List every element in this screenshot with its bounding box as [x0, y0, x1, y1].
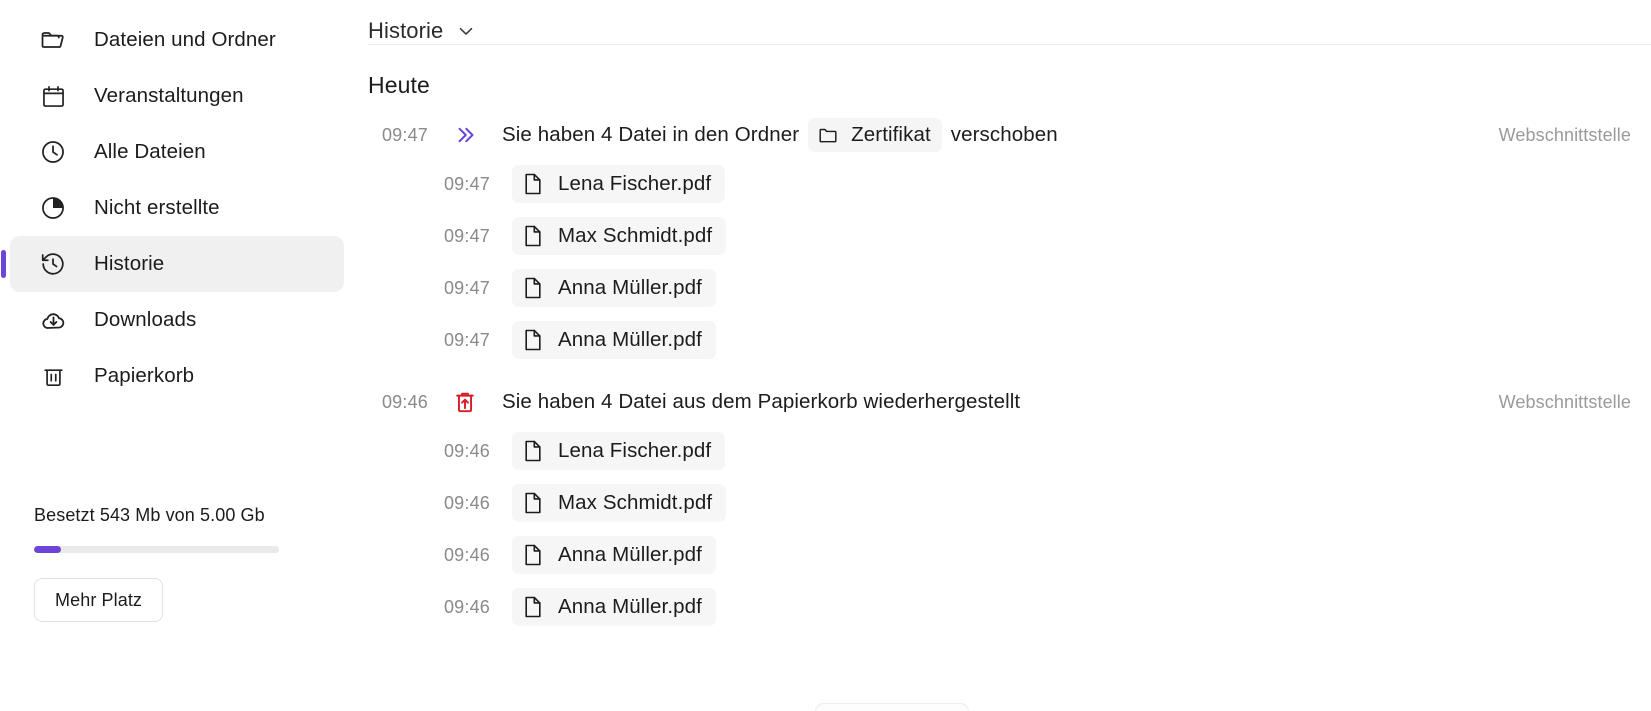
file-icon	[522, 438, 544, 464]
file-name: Anna Müller.pdf	[558, 275, 702, 299]
history-file-row[interactable]: 09:46 Lena Fischer.pdf	[360, 425, 1651, 477]
file-time: 09:46	[443, 596, 490, 617]
file-icon	[522, 327, 544, 353]
pie-chart-icon	[38, 193, 68, 223]
main-content: Historie Heute 09:47 Sie haben 4 Datei i…	[360, 0, 1651, 711]
trash-restore-icon	[450, 389, 480, 415]
history-clock-icon	[38, 249, 68, 279]
day-heading: Heute	[368, 72, 430, 98]
sidebar-item-dateien-und-ordner[interactable]: Dateien und Ordner	[10, 12, 344, 68]
action-description: Sie haben 4 Datei aus dem Papierkorb wie…	[502, 390, 1020, 414]
file-chip[interactable]: Lena Fischer.pdf	[512, 165, 726, 203]
file-icon	[522, 490, 544, 516]
file-time: 09:47	[443, 329, 490, 350]
file-time: 09:46	[443, 492, 490, 513]
next-item-partial	[815, 703, 969, 711]
action-text-after: verschoben	[950, 123, 1058, 146]
action-source-label: Webschnittstelle	[1498, 124, 1631, 145]
history-action-row[interactable]: 09:47 Sie haben 4 Datei in den Ordner Ze…	[360, 112, 1651, 158]
sidebar-item-label: Historie	[94, 251, 165, 275]
file-chip[interactable]: Anna Müller.pdf	[512, 269, 716, 307]
file-name: Anna Müller.pdf	[558, 542, 702, 566]
history-file-row[interactable]: 09:46 Max Schmidt.pdf	[360, 477, 1651, 529]
history-file-row[interactable]: 09:47 Lena Fischer.pdf	[360, 158, 1651, 210]
file-name: Max Schmidt.pdf	[558, 223, 713, 247]
file-icon	[522, 223, 544, 249]
folder-chip[interactable]: Zertifikat	[808, 118, 942, 152]
file-name: Lena Fischer.pdf	[558, 438, 712, 462]
more-space-button[interactable]: Mehr Platz	[34, 578, 164, 622]
file-name: Anna Müller.pdf	[558, 327, 702, 351]
cloud-download-icon	[38, 305, 68, 335]
folder-icon	[38, 25, 68, 55]
folder-icon	[817, 123, 839, 147]
storage-progress-fill	[34, 546, 61, 553]
storage-section: Besetzt 543 Mb von 5.00 Gb Mehr Platz	[0, 505, 360, 622]
file-chip[interactable]: Max Schmidt.pdf	[512, 484, 727, 522]
clock-icon	[38, 137, 68, 167]
sidebar-item-alle-dateien[interactable]: Alle Dateien	[10, 124, 344, 180]
file-time: 09:46	[443, 440, 490, 461]
history-action-row[interactable]: 09:46 Sie haben 4 Datei aus dem Papierko…	[360, 379, 1651, 425]
history-file-row[interactable]: 09:47 Anna Müller.pdf	[360, 262, 1651, 314]
sidebar-item-papierkorb[interactable]: Papierkorb	[10, 348, 344, 404]
action-time: 09:46	[381, 391, 428, 412]
file-name: Anna Müller.pdf	[558, 594, 702, 618]
chevron-down-icon[interactable]	[455, 20, 477, 42]
action-description: Sie haben 4 Datei in den Ordner Zertifik…	[502, 118, 1058, 152]
action-time: 09:47	[381, 124, 428, 145]
file-name: Max Schmidt.pdf	[558, 490, 713, 514]
file-chip[interactable]: Lena Fischer.pdf	[512, 432, 726, 470]
sidebar-item-historie[interactable]: Historie	[1, 236, 344, 292]
history-group: 09:46 Sie haben 4 Datei aus dem Papierko…	[360, 379, 1651, 633]
history-group: 09:47 Sie haben 4 Datei in den Ordner Ze…	[360, 112, 1651, 366]
sidebar-item-label: Veranstaltungen	[94, 83, 244, 107]
page-title: Historie	[368, 18, 444, 43]
calendar-icon	[38, 81, 68, 111]
file-icon	[522, 594, 544, 620]
file-chip[interactable]: Anna Müller.pdf	[512, 321, 716, 359]
sidebar-item-veranstaltungen[interactable]: Veranstaltungen	[10, 68, 344, 124]
sidebar-item-nicht-erstellte[interactable]: Nicht erstellte	[10, 180, 344, 236]
app-root: Dateien und Ordner Veranstaltungen Alle …	[0, 0, 1651, 711]
history-file-row[interactable]: 09:47 Anna Müller.pdf	[360, 314, 1651, 366]
file-chip[interactable]: Max Schmidt.pdf	[512, 217, 727, 255]
action-text-before: Sie haben 4 Datei aus dem Papierkorb wie…	[502, 390, 1021, 413]
sidebar-item-label: Papierkorb	[94, 363, 195, 387]
storage-progress-bar	[34, 546, 279, 553]
sidebar-item-label: Alle Dateien	[94, 139, 206, 163]
storage-usage-text: Besetzt 543 Mb von 5.00 Gb	[34, 505, 265, 525]
history-file-row[interactable]: 09:46 Anna Müller.pdf	[360, 581, 1651, 633]
file-name: Lena Fischer.pdf	[558, 171, 712, 195]
sidebar: Dateien und Ordner Veranstaltungen Alle …	[0, 0, 360, 711]
sidebar-item-label: Nicht erstellte	[94, 195, 220, 219]
history-file-row[interactable]: 09:46 Anna Müller.pdf	[360, 529, 1651, 581]
folder-chip-label: Zertifikat	[851, 122, 931, 146]
double-chevron-right-icon	[450, 122, 480, 148]
action-text-before: Sie haben 4 Datei in den Ordner	[502, 123, 800, 146]
sidebar-item-label: Downloads	[94, 307, 197, 331]
sidebar-nav: Dateien und Ordner Veranstaltungen Alle …	[0, 12, 360, 404]
file-time: 09:47	[443, 277, 490, 298]
file-icon	[522, 275, 544, 301]
sidebar-item-downloads[interactable]: Downloads	[10, 292, 344, 348]
file-chip[interactable]: Anna Müller.pdf	[512, 588, 716, 626]
main-header: Historie	[360, 0, 1651, 44]
file-time: 09:47	[443, 225, 490, 246]
trash-icon	[38, 361, 68, 391]
file-icon	[522, 542, 544, 568]
file-time: 09:46	[443, 544, 490, 565]
history-file-row[interactable]: 09:47 Max Schmidt.pdf	[360, 210, 1651, 262]
file-icon	[522, 171, 544, 197]
file-chip[interactable]: Anna Müller.pdf	[512, 536, 716, 574]
file-time: 09:47	[443, 173, 490, 194]
sidebar-item-label: Dateien und Ordner	[94, 27, 276, 51]
action-source-label: Webschnittstelle	[1498, 391, 1631, 412]
